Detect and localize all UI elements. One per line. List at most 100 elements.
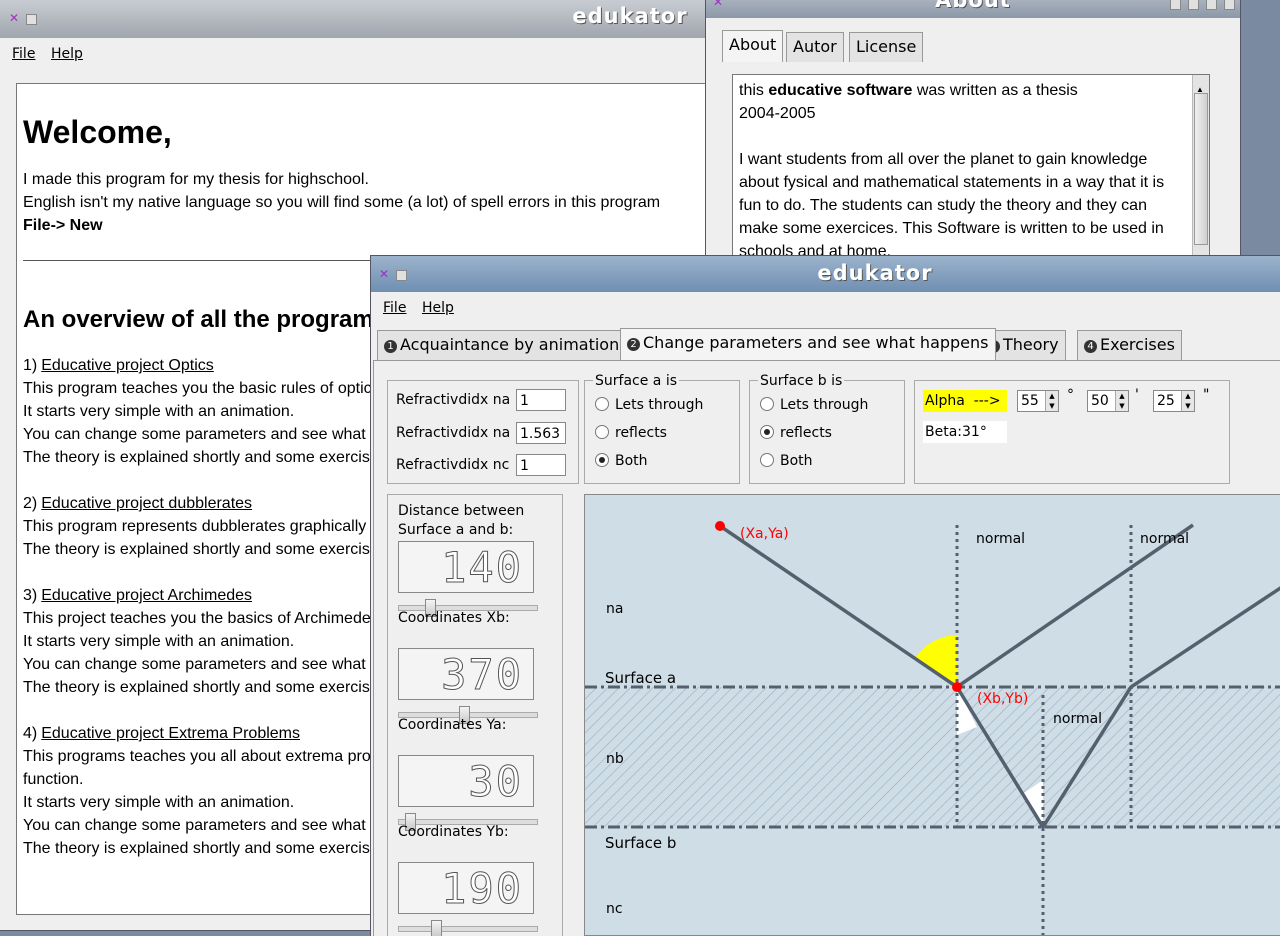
about-paragraph-line: I want students from all over the planet…: [739, 151, 1148, 168]
surface-a-option[interactable]: Lets through: [595, 397, 703, 413]
spin-value: 55: [1021, 393, 1039, 409]
spin-up-icon[interactable]: ▲: [1181, 391, 1194, 401]
project-number: 3): [23, 587, 38, 604]
window-title: edukator: [817, 261, 933, 285]
about-paragraph: I want students from all over the planet…: [739, 148, 1165, 255]
spin-down-icon[interactable]: ▼: [1115, 401, 1128, 411]
surface-a-title: Surface a is: [593, 373, 679, 389]
label-nb: nb: [606, 751, 624, 767]
lcd-display: 370: [398, 648, 534, 700]
refractive-nc-input[interactable]: 1: [516, 454, 566, 476]
radio-label: Both: [780, 453, 813, 469]
project-link[interactable]: Educative project Archimedes: [41, 587, 252, 604]
about-titlebar[interactable]: ✕ About: [706, 0, 1240, 18]
point-b-marker: [952, 682, 962, 692]
coordinates-group: Distance between Surface a and b: 140 Coord…: [387, 494, 563, 936]
minute-symbol: ': [1135, 387, 1139, 403]
spin-down-icon[interactable]: ▼: [1181, 401, 1194, 411]
label-surface-b: Surface b: [605, 834, 676, 852]
menu-help[interactable]: Help: [51, 46, 83, 62]
menu-file[interactable]: File: [383, 300, 406, 316]
label-nc: nc: [606, 901, 623, 917]
refractive-label: Refractivdidx na: [396, 392, 511, 408]
label-point-a: (Xa,Ya): [740, 526, 789, 542]
about-text-suffix: was written as a thesis: [912, 82, 1078, 99]
intro-line: English isn't my native language so you …: [23, 194, 661, 211]
about-window: ✕ About About Autor License this educati…: [706, 0, 1240, 258]
radio-label: reflects: [615, 425, 667, 441]
welcome-titlebar[interactable]: ✕ edukator: [0, 0, 712, 38]
refractive-na-input[interactable]: 1: [516, 389, 566, 411]
number-icon: 1: [384, 340, 397, 353]
degree-symbol: °: [1067, 387, 1074, 403]
optics-menubar: File Help: [371, 294, 1280, 324]
project-link[interactable]: Educative project dubblerates: [41, 495, 252, 512]
about-paragraph-line: make some exercices. This Software is wr…: [739, 220, 1164, 237]
spin-down-icon[interactable]: ▼: [1045, 401, 1058, 411]
overview-heading: An overview of all the programs: [23, 306, 388, 333]
lcd-label: Distance between: [398, 503, 525, 519]
number-icon: 2: [627, 338, 640, 351]
tab-change-parameters[interactable]: 2 Change parameters and see what happens: [620, 328, 996, 360]
label-na: na: [606, 601, 623, 617]
close-icon[interactable]: [1224, 0, 1235, 10]
radio-icon: [595, 453, 609, 467]
about-text-bold: educative software: [768, 82, 913, 99]
radio-icon: [760, 453, 774, 467]
project-link[interactable]: Educative project Optics: [41, 357, 214, 374]
surface-b-option[interactable]: Lets through: [760, 397, 868, 413]
surface-a-option[interactable]: Both: [595, 453, 648, 469]
maximize-icon[interactable]: [26, 14, 37, 25]
window-title: About: [935, 0, 1011, 12]
surface-b-option[interactable]: Both: [760, 453, 813, 469]
tab-license[interactable]: License: [849, 32, 924, 62]
lcd-display: 140: [398, 541, 534, 593]
scroll-up-icon[interactable]: ▲: [1196, 78, 1204, 101]
optics-diagram-svg: (Xa,Ya) (Xb,Yb) normal normal normal na …: [585, 521, 1280, 935]
spin-value: 50: [1091, 393, 1109, 409]
label-surface-a: Surface a: [605, 669, 676, 687]
welcome-heading: Welcome,: [23, 114, 172, 150]
refractive-nb-input[interactable]: 1.563: [516, 422, 566, 444]
lcd-display: 30: [398, 755, 534, 807]
alpha-label: Alpha --->: [923, 390, 1007, 412]
project-number: 4): [23, 725, 38, 742]
radio-icon: [760, 425, 774, 439]
refractive-label: Refractivdidx nc: [396, 457, 510, 473]
about-paragraph-line: about fysical and mathematical statement…: [739, 174, 1165, 191]
radio-icon: [760, 397, 774, 411]
scrollbar-thumb[interactable]: [1194, 93, 1208, 245]
spin-value: 25: [1157, 393, 1175, 409]
tab-about[interactable]: About: [722, 30, 784, 62]
tab-exercises[interactable]: 4 Exercises: [1077, 330, 1182, 360]
minimize-icon[interactable]: [1170, 0, 1181, 10]
label-normal-2: normal: [1140, 531, 1189, 547]
number-icon: 4: [1084, 340, 1097, 353]
project-link[interactable]: Educative project Extrema Problems: [41, 725, 300, 742]
maximize-icon[interactable]: [1188, 0, 1199, 10]
surface-a-option[interactable]: reflects: [595, 425, 667, 441]
shade-icon[interactable]: [1206, 0, 1217, 10]
alpha-minutes-spinbox[interactable]: 50 ▲ ▼: [1087, 390, 1129, 412]
surface-b-option[interactable]: reflects: [760, 425, 832, 441]
about-tabs: About Autor License: [706, 30, 1240, 62]
spin-up-icon[interactable]: ▲: [1045, 391, 1058, 401]
optics-titlebar[interactable]: ✕ edukator: [371, 256, 1280, 292]
menu-help[interactable]: Help: [422, 300, 454, 316]
radio-label: Lets through: [780, 397, 869, 413]
welcome-menubar: File Help: [0, 40, 712, 70]
scrollbar[interactable]: ▲: [1192, 75, 1209, 255]
surface-b-group: Surface b is Lets through reflects Both: [749, 373, 905, 484]
optics-tabs: 1 Acquaintance by animation 2 Change param…: [371, 328, 1280, 360]
spin-up-icon[interactable]: ▲: [1115, 391, 1128, 401]
menu-file[interactable]: File: [12, 46, 35, 62]
alpha-degrees-spinbox[interactable]: 55 ▲ ▼: [1017, 390, 1059, 412]
alpha-seconds-spinbox[interactable]: 25 ▲ ▼: [1153, 390, 1195, 412]
close-icon[interactable]: ✕: [8, 12, 20, 24]
lcd-label: Coordinates Yb:: [398, 824, 509, 840]
tab-acquaintance[interactable]: 1 Acquaintance by animation: [377, 330, 627, 360]
label-point-b: (Xb,Yb): [977, 691, 1028, 707]
tab-autor[interactable]: Autor: [786, 32, 844, 62]
value-slider[interactable]: [398, 920, 538, 936]
slider-handle[interactable]: [431, 920, 442, 936]
